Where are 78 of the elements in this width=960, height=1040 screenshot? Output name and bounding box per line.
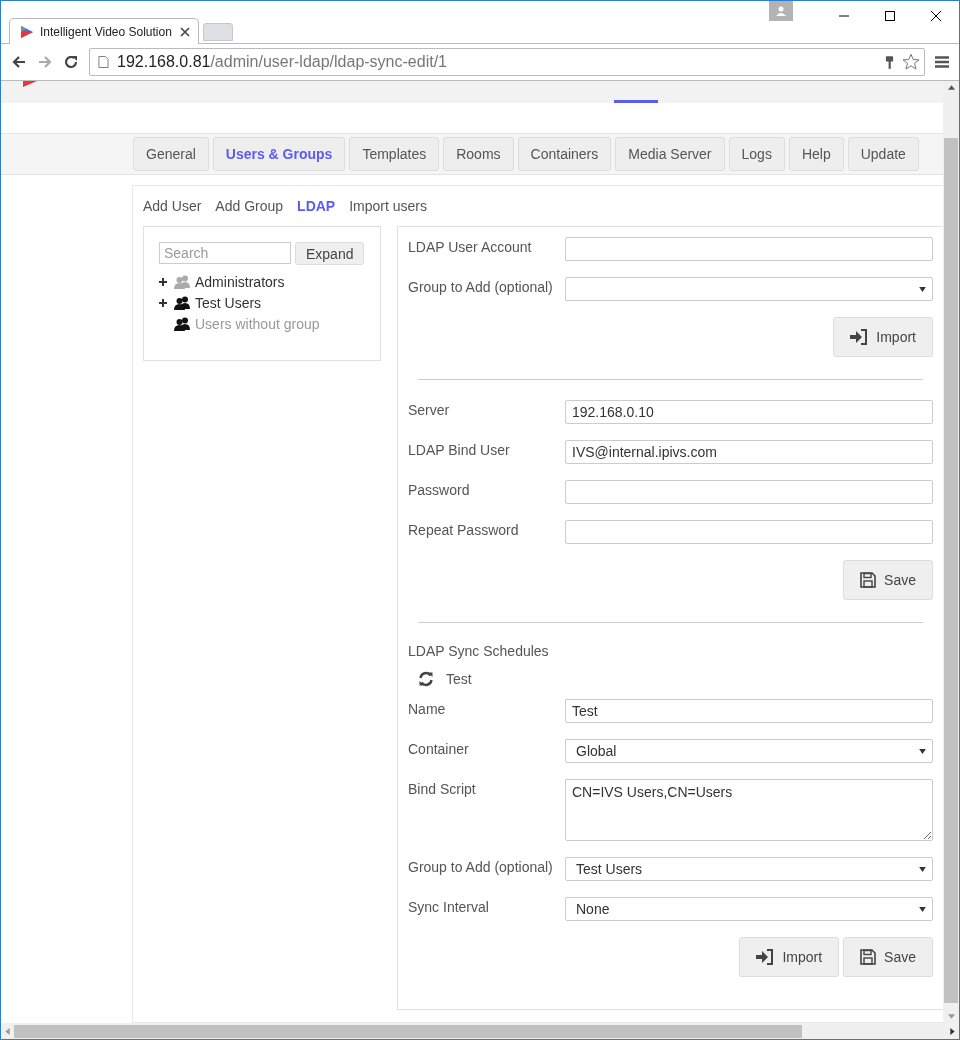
nav-tab[interactable]: Update — [847, 137, 919, 171]
dropdown-caret-icon — [919, 866, 926, 872]
field-label: LDAP Bind User — [408, 441, 511, 458]
scroll-up-icon[interactable] — [947, 85, 955, 90]
dropdown-caret-icon — [919, 906, 926, 912]
star-icon[interactable] — [902, 53, 920, 71]
text-field[interactable] — [565, 480, 933, 504]
field-label: Repeat Password — [408, 521, 520, 538]
vertical-scrollbar[interactable] — [943, 81, 959, 1023]
plus-icon[interactable] — [159, 298, 167, 307]
scroll-down-icon[interactable] — [947, 1014, 955, 1019]
field-label: Name — [408, 700, 447, 717]
field-label: Group to Add (optional) — [408, 858, 554, 875]
active-indicator — [614, 100, 658, 103]
field-label: Bind Script — [408, 780, 477, 797]
expand-button[interactable]: Expand — [295, 242, 365, 265]
select-field[interactable]: Test Users — [565, 857, 933, 881]
dropdown-caret-icon — [919, 748, 926, 754]
maximize-icon[interactable] — [884, 10, 896, 22]
group-label[interactable]: Administrators — [195, 273, 285, 290]
nav-tab[interactable]: Users & Groups — [212, 137, 346, 171]
sub-nav-link[interactable]: LDAP — [297, 198, 336, 214]
text-field[interactable]: IVS@internal.ipivs.com — [565, 440, 933, 464]
sub-nav-link[interactable]: Import users — [349, 198, 427, 214]
search-field[interactable]: Search — [159, 242, 291, 264]
address-bar[interactable]: 192.168.0.81/admin/user-ldap/ldap-sync-edit/1 — [89, 48, 925, 76]
nav-tab[interactable]: Help — [788, 137, 844, 171]
horizontal-scrollbar[interactable] — [1, 1023, 959, 1039]
scroll-left-icon[interactable] — [5, 1027, 10, 1035]
nav-tab[interactable]: Rooms — [443, 137, 514, 171]
text-field[interactable] — [565, 237, 933, 261]
close-icon[interactable] — [930, 10, 942, 22]
dropdown-caret-icon — [919, 286, 926, 292]
reload-icon[interactable] — [63, 54, 79, 70]
text-field[interactable] — [565, 520, 933, 544]
nav-tab[interactable]: Logs — [728, 137, 785, 171]
field-label: Group to Add (optional) — [408, 278, 554, 295]
nav-tab[interactable]: Containers — [517, 137, 612, 171]
browser-tab[interactable]: Intelligent Video Solution — [9, 18, 199, 44]
select-field[interactable] — [565, 277, 933, 301]
schedule-name[interactable]: Test — [446, 671, 472, 687]
sign-in-arrow-icon — [850, 329, 869, 345]
save-button[interactable]: Save — [843, 937, 933, 977]
group-label[interactable]: Test Users — [195, 294, 262, 311]
nav-tab[interactable]: Templates — [349, 137, 440, 171]
nav-tab[interactable]: General — [133, 137, 209, 171]
section-heading: LDAP Sync Schedules — [408, 643, 550, 659]
text-field[interactable]: Test — [565, 699, 933, 723]
profile-icon[interactable] — [769, 1, 793, 21]
sync-icon — [418, 671, 434, 687]
field-label: Server — [408, 401, 451, 418]
key-icon[interactable] — [885, 54, 894, 70]
back-arrow-icon[interactable] — [11, 54, 27, 70]
import-button[interactable]: Import — [833, 317, 933, 357]
nav-tab[interactable]: Media Server — [615, 137, 725, 171]
tab-title: Intelligent Video Solution — [40, 24, 173, 39]
close-icon[interactable] — [180, 26, 190, 37]
field-label: Sync Interval — [408, 898, 490, 915]
menu-icon[interactable] — [935, 56, 949, 68]
field-label: Container — [408, 740, 470, 757]
sign-in-arrow-icon — [756, 949, 775, 965]
forward-arrow-icon[interactable] — [37, 54, 53, 70]
url-text: 192.168.0.81/admin/user-ldap/ldap-sync-edit/1 — [117, 53, 447, 71]
import-button[interactable]: Import — [739, 937, 840, 977]
plus-icon[interactable] — [159, 277, 167, 286]
play-logo-icon — [20, 24, 34, 39]
logo-fragment-icon — [23, 81, 37, 87]
text-field[interactable]: 192.168.0.10 — [565, 400, 933, 424]
select-field[interactable]: None — [565, 897, 933, 921]
field-label: LDAP User Account — [408, 238, 533, 255]
textarea-field[interactable]: CN=IVS Users,CN=Users — [565, 779, 933, 841]
page-icon — [98, 55, 109, 69]
field-label: Password — [408, 481, 471, 498]
scroll-right-icon[interactable] — [950, 1027, 955, 1035]
sub-nav-link[interactable]: Add User — [143, 198, 202, 214]
sub-nav-link[interactable]: Add Group — [215, 198, 284, 214]
select-field[interactable]: Global — [565, 739, 933, 763]
save-button[interactable]: Save — [843, 560, 933, 600]
